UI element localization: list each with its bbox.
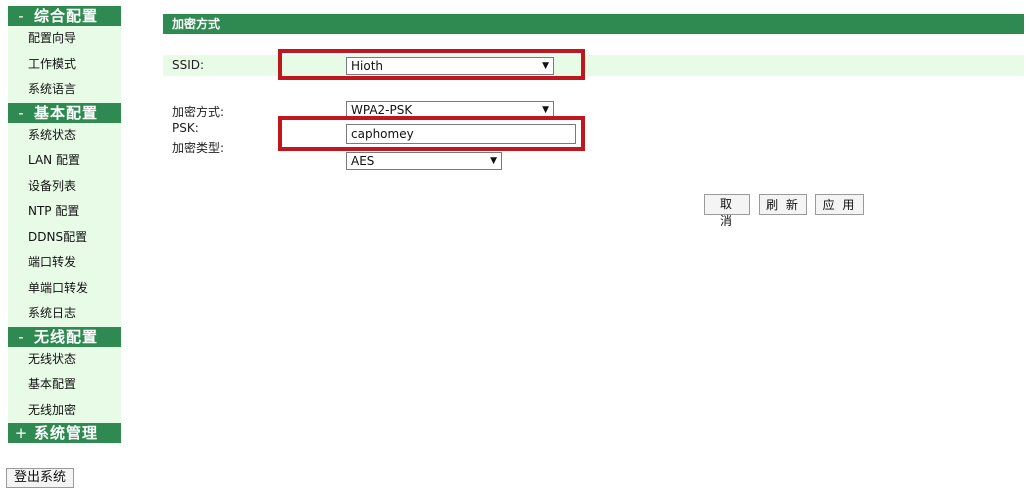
refresh-button[interactable]: 刷 新	[759, 194, 807, 215]
psk-label: PSK:	[172, 121, 199, 135]
section-title: 基本配置	[34, 103, 99, 122]
sidebar-item-ntp-config[interactable]: NTP 配置	[8, 199, 121, 225]
apply-button[interactable]: 应 用	[815, 194, 864, 215]
dropdown-arrow-icon: ▼	[542, 105, 549, 115]
encryption-method-label: 加密方式:	[172, 105, 225, 119]
expand-toggle-icon[interactable]: +	[14, 423, 28, 443]
dropdown-arrow-icon: ▼	[490, 156, 497, 166]
cancel-button[interactable]: 取 消	[704, 194, 750, 228]
sidebar-item-ddns-config[interactable]: DDNS配置	[8, 225, 121, 251]
encryption-method-select[interactable]: WPA2-PSK ▼	[346, 101, 554, 119]
section-header-general-config[interactable]: - 综合配置	[8, 6, 121, 26]
ssid-select[interactable]: Hioth ▼	[346, 57, 554, 75]
sidebar-item-wireless-status[interactable]: 无线状态	[8, 347, 121, 373]
section-header-basic-config[interactable]: - 基本配置	[8, 102, 121, 123]
sidebar-item-device-list[interactable]: 设备列表	[8, 174, 121, 200]
collapse-toggle-icon[interactable]: -	[14, 103, 28, 123]
logout-button[interactable]: 登出系统	[6, 468, 75, 488]
sidebar-item-system-log[interactable]: 系统日志	[8, 301, 121, 327]
encryption-type-value: AES	[351, 154, 375, 168]
sidebar-item-wireless-encryption[interactable]: 无线加密	[8, 398, 121, 424]
sidebar-item-port-forwarding[interactable]: 端口转发	[8, 250, 121, 276]
psk-input[interactable]	[346, 124, 576, 144]
ssid-label: SSID:	[172, 58, 205, 72]
sidebar-item-setup-wizard[interactable]: 配置向导	[8, 26, 121, 52]
sidebar-item-system-language[interactable]: 系统语言	[8, 77, 121, 103]
section-title: 系统管理	[34, 424, 99, 442]
section-header-system-management[interactable]: + 系统管理	[8, 423, 121, 443]
sidebar: - 综合配置 配置向导 工作模式 系统语言 - 基本配置 系统状态 LAN 配置…	[8, 6, 121, 443]
encryption-type-select[interactable]: AES ▼	[346, 152, 502, 170]
ssid-row-background	[163, 55, 1024, 76]
section-title: 综合配置	[34, 7, 99, 25]
encryption-type-label: 加密类型:	[172, 141, 225, 155]
sidebar-item-single-port-forwarding[interactable]: 单端口转发	[8, 276, 121, 302]
sidebar-item-wireless-basic-config[interactable]: 基本配置	[8, 372, 121, 398]
sidebar-item-work-mode[interactable]: 工作模式	[8, 52, 121, 78]
sidebar-item-lan-config[interactable]: LAN 配置	[8, 148, 121, 174]
section-header-wireless-config[interactable]: - 无线配置	[8, 326, 121, 347]
dropdown-arrow-icon: ▼	[542, 61, 549, 71]
ssid-select-value: Hioth	[351, 59, 384, 73]
collapse-toggle-icon[interactable]: -	[14, 6, 28, 26]
encryption-method-value: WPA2-PSK	[351, 103, 413, 117]
sidebar-item-system-status[interactable]: 系统状态	[8, 123, 121, 149]
section-title: 无线配置	[34, 327, 99, 346]
page-title: 加密方式	[163, 14, 1024, 34]
collapse-toggle-icon[interactable]: -	[14, 327, 28, 347]
